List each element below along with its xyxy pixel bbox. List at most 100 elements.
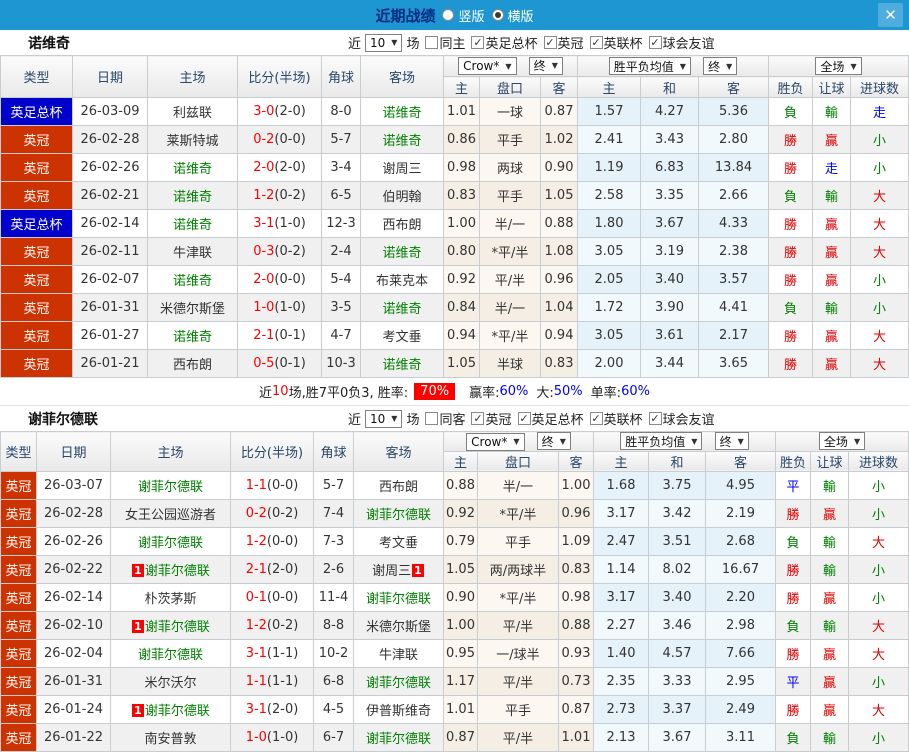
league-badge: 英冠: [0, 265, 73, 294]
chevron-down-icon: ▼: [850, 61, 857, 71]
goals-result: 大: [850, 209, 909, 238]
match-row: 英冠 26-02-26 谢菲尔德联 1-2(0-0) 7-3 考文垂 0.79 平手 1.09 2…: [0, 526, 909, 556]
corners-cell: 5-4: [321, 265, 361, 294]
competition-checkbox[interactable]: ✓: [589, 412, 603, 425]
league-badge: 英冠: [0, 237, 73, 266]
asia-stage-select[interactable]: 终 ▼: [528, 56, 563, 75]
match-row: 英足总杯 26-02-14 诺维奇 3-1(1-0) 12-3 西布朗 1.00 半/一 0.8…: [0, 209, 909, 238]
stat-value: 60%: [499, 384, 529, 399]
close-button[interactable]: ✕: [878, 3, 903, 27]
competition-checkbox[interactable]: ✓: [589, 36, 603, 49]
asia-stage-select[interactable]: 终 ▼: [536, 432, 571, 450]
outcome-result: 勝: [768, 237, 814, 266]
outcome-result: 勝: [768, 265, 814, 294]
europe-stage-select[interactable]: 终 ▼: [714, 432, 749, 451]
asia-away-odds: 1.00: [557, 470, 595, 500]
asia-home-odds: 0.88: [443, 470, 478, 500]
asia-away-odds: 0.94: [539, 321, 579, 350]
asia-handicap: 半/一: [479, 209, 541, 238]
titlebar: 近期战绩 竖版 横版 ✕: [0, 0, 909, 30]
competition-checkbox[interactable]: ✓: [648, 36, 662, 49]
europe-away-odds: 2.38: [698, 237, 770, 266]
asia-home-odds: 0.98: [443, 153, 480, 182]
score-cell: 1-1(0-0): [230, 470, 314, 500]
match-date: 26-02-26: [36, 526, 111, 556]
asia-handicap: *平/半: [477, 582, 559, 612]
team-section: 诺维奇 近 10 ▼ 场 同主 ✓ 英足总杯 ✓ 英冠 ✓ 英联杯 ✓ 球会友谊: [0, 30, 909, 406]
europe-home-odds: 1.68: [593, 470, 650, 500]
europe-home-odds: 2.58: [577, 181, 642, 210]
league-badge: 英冠: [0, 694, 37, 724]
competition-checkbox[interactable]: ✓: [648, 412, 662, 425]
chevron-down-icon: ▼: [853, 436, 861, 446]
scope-select[interactable]: 全场 ▼: [815, 57, 862, 75]
asia-stage-value: 终: [541, 434, 554, 449]
col-outcome: 胜负: [775, 450, 812, 472]
col-asia-home: 主: [443, 76, 480, 98]
match-date: 26-01-24: [36, 694, 111, 724]
match-count-select[interactable]: 10 ▼: [365, 33, 403, 52]
corners-cell: 10-3: [321, 349, 361, 378]
outcome-result: 負: [768, 181, 814, 210]
match-row: 英冠 26-02-07 诺维奇 2-0(0-0) 5-4 布莱克本 0.92 平/半 0.96 2…: [0, 265, 909, 294]
same-venue-checkbox[interactable]: [425, 36, 439, 49]
col-eu-home: 主: [577, 76, 642, 98]
bookmaker-select[interactable]: Crow* ▼: [458, 57, 517, 76]
match-date: 26-02-14: [72, 209, 148, 238]
scope-select[interactable]: 全场 ▼: [818, 432, 866, 451]
radio-selected-icon: [491, 9, 504, 21]
score-cell: 2-1(0-1): [237, 321, 322, 350]
europe-away-odds: 3.57: [698, 265, 770, 294]
europe-away-odds: 2.80: [698, 125, 770, 154]
europe-home-odds: 1.57: [577, 97, 642, 126]
europe-odds-select[interactable]: 胜平负均值 ▼: [620, 432, 703, 451]
europe-away-odds: 4.33: [698, 209, 770, 238]
away-team: 诺维奇: [360, 293, 444, 322]
home-team: 诺维奇: [147, 265, 238, 294]
corners-cell: 3-4: [321, 153, 361, 182]
corners-cell: 4-7: [321, 321, 361, 350]
outcome-result: 負: [775, 526, 812, 556]
europe-away-odds: 2.95: [705, 666, 777, 696]
europe-stage-select[interactable]: 终 ▼: [703, 57, 738, 75]
same-venue-checkbox[interactable]: [425, 412, 439, 425]
competition-label: 英足总杯: [485, 37, 538, 52]
asia-away-odds: 0.88: [539, 209, 579, 238]
europe-away-odds: 16.67: [705, 554, 777, 584]
col-asia-away: 客: [557, 450, 595, 472]
competition-checkbox[interactable]: ✓: [471, 36, 485, 49]
stat-label: 赢率:: [469, 386, 500, 401]
goals-result: 小: [850, 265, 909, 294]
europe-draw-odds: 3.75: [648, 470, 707, 500]
home-team: 诺维奇: [147, 209, 238, 238]
bookmaker-select[interactable]: Crow* ▼: [466, 432, 525, 451]
asia-handicap: *平/半: [479, 321, 541, 350]
competition-checkbox[interactable]: ✓: [517, 412, 531, 425]
asia-home-odds: 0.80: [443, 237, 480, 266]
away-team: 诺维奇: [360, 125, 444, 154]
home-team: 诺维奇: [147, 321, 238, 350]
asia-handicap: 两球: [479, 153, 541, 182]
recent-results-window: 近期战绩 竖版 横版 ✕ 诺维奇 近 10 ▼ 场 同主 ✓ 英足总杯 ✓ 英冠…: [0, 0, 909, 752]
layout-option-vertical[interactable]: 竖版: [442, 6, 485, 25]
competition-checkbox[interactable]: ✓: [471, 412, 485, 425]
europe-odds-select[interactable]: 胜平负均值 ▼: [608, 57, 691, 75]
league-badge: 英冠: [0, 153, 73, 182]
away-team: 诺维奇: [360, 97, 444, 126]
corners-cell: 6-5: [321, 181, 361, 210]
asia-handicap: 平手: [479, 181, 541, 210]
bookmaker-value: Crow*: [463, 59, 500, 74]
away-team: 伯明翰: [360, 181, 444, 210]
corners-cell: 11-4: [313, 582, 354, 612]
stat-value: 60%: [621, 384, 650, 399]
competition-checkbox[interactable]: ✓: [543, 36, 557, 49]
match-count-select[interactable]: 10 ▼: [365, 409, 403, 428]
match-row: 英冠 26-02-28 女王公园巡游者 0-2(0-2) 7-4 谢菲尔德联 0.92 *平/…: [0, 498, 909, 528]
match-row: 英冠 26-01-31 米德尔斯堡 1-0(1-0) 3-5 诺维奇 0.84 半/一 1.04…: [0, 293, 909, 322]
asia-handicap: 平手: [479, 125, 541, 154]
layout-option-horizontal[interactable]: 横版: [491, 6, 534, 25]
league-badge: 英冠: [0, 722, 37, 752]
red-card-badge: 1: [132, 619, 144, 633]
handicap-result: 輸: [810, 554, 850, 584]
col-asia-home: 主: [443, 450, 478, 472]
